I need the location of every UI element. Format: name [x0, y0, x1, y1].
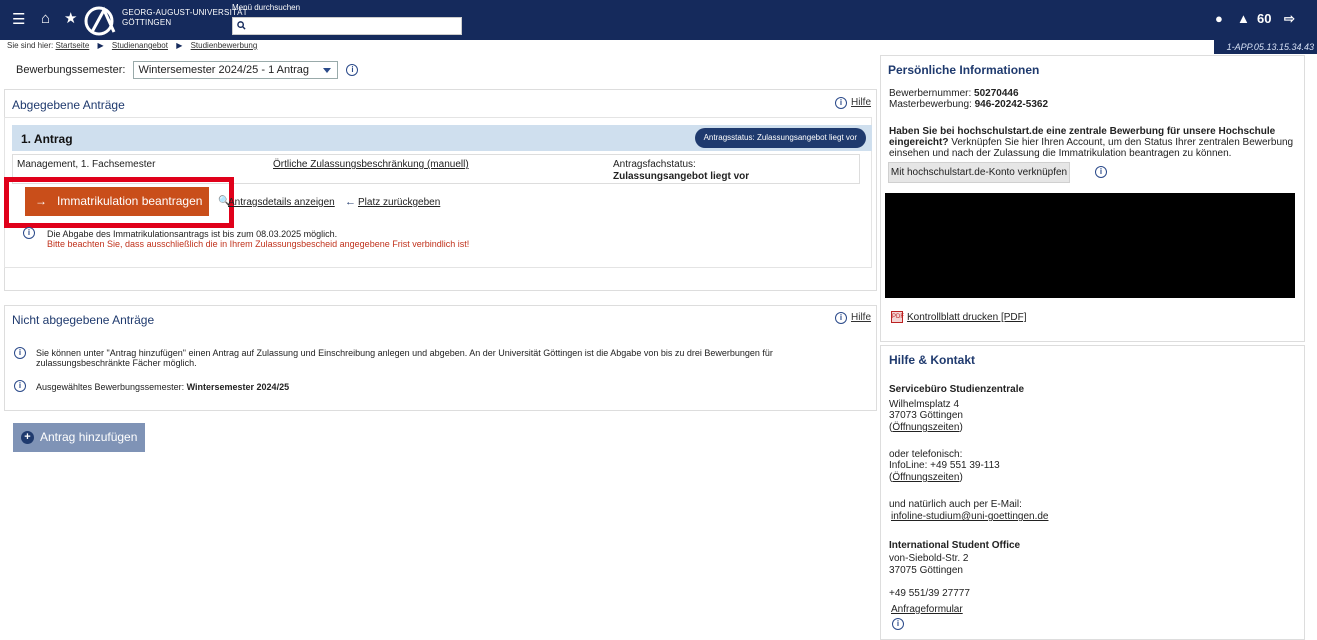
subject-status-label: Antragsfachstatus:: [613, 159, 696, 170]
pdf-icon: PDF: [891, 311, 904, 323]
info-text-line2: zulassungsbeschränkte Fächer möglich.: [36, 358, 197, 368]
international-phone: +49 551/39 27777: [889, 588, 970, 599]
submitted-applications-title: Abgegebene Anträge: [12, 98, 125, 112]
unsubmitted-applications-title: Nicht abgegebene Anträge: [12, 313, 155, 327]
star-icon[interactable]: ★: [64, 11, 77, 26]
info-icon: i: [23, 227, 35, 239]
search-label: Menü durchsuchen: [232, 3, 301, 12]
university-logo[interactable]: [84, 6, 118, 36]
deadline-note: Die Abgabe des Immatrikulationsantrags i…: [47, 229, 338, 239]
opening-hours-link[interactable]: Öffnungszeiten: [892, 422, 959, 433]
enrollment-request-label: Immatrikulation beantragen: [57, 194, 203, 208]
breadcrumb-prefix: Sie sind hier:: [7, 41, 54, 50]
search-icon: [237, 21, 246, 30]
subject-status-value: Zulassungsangebot liegt vor: [613, 171, 750, 182]
service-office: Servicebüro Studienzentrale: [889, 384, 1025, 395]
breadcrumb-studienbewerbung[interactable]: Studienbewerbung: [191, 41, 258, 50]
email-link[interactable]: infoline-studium@uni-goettingen.de: [891, 511, 1048, 522]
semester-label: Bewerbungssemester:: [16, 64, 126, 76]
arrow-right-icon: →: [35, 194, 47, 208]
help-link[interactable]: i Hilfe: [835, 97, 871, 109]
phone-hours-link[interactable]: Öffnungszeiten: [892, 472, 959, 483]
home-icon[interactable]: ⌂: [41, 11, 50, 26]
university-name: GEORG-AUGUST-UNIVERSITÄT GÖTTINGEN: [122, 8, 248, 28]
master-application-value: 946-20242-5362: [974, 99, 1049, 110]
breadcrumb-separator-icon: ▶: [176, 41, 183, 50]
international-street: von-Siebold-Str. 2: [889, 553, 969, 564]
top-bar: ☰ ⌂ ★ GEORG-AUGUST-UNIVERSITÄT GÖTTINGEN…: [0, 0, 1317, 40]
email-intro: und natürlich auch per E-Mail:: [889, 499, 1022, 510]
version-tag: 1-APP.05.13.15.34.43: [1214, 40, 1317, 54]
status-badge: Antragsstatus: Zulassungsangebot liegt v…: [694, 128, 866, 148]
university-name-line1: GEORG-AUGUST-UNIVERSITÄT: [122, 8, 248, 17]
menu-icon[interactable]: ☰: [12, 12, 25, 27]
deadline-warning: Bitte beachten Sie, dass ausschließlich …: [47, 239, 470, 249]
arrow-left-icon: ←: [345, 196, 356, 208]
info-icon: i: [14, 347, 26, 359]
user-icon[interactable]: ●: [1215, 11, 1223, 26]
enrollment-request-button[interactable]: → Immatrikulation beantragen: [25, 187, 209, 216]
applicant-number: Bewerbernummer: 50270446: [889, 88, 1019, 99]
breadcrumb-startseite[interactable]: Startseite: [55, 41, 89, 50]
print-checklist-link[interactable]: Kontrollblatt drucken [PDF]: [907, 312, 1027, 323]
search-input[interactable]: [232, 17, 462, 35]
master-application: Masterbewerbung: 946-20242-5362: [889, 99, 1048, 110]
semester-row: Bewerbungssemester: Wintersemester 2024/…: [16, 61, 359, 79]
applicant-number-value: 50270446: [974, 88, 1019, 99]
selected-semester-info: Ausgewähltes Bewerbungssemester: Winters…: [36, 382, 289, 392]
international-office: International Student Office: [889, 540, 1021, 551]
service-city: 37073 Göttingen: [889, 410, 963, 421]
help-link-label: Hilfe: [851, 312, 872, 323]
info-icon: i: [14, 380, 26, 392]
inquiry-form-link[interactable]: Anfrageformular: [891, 604, 963, 615]
personal-info-title: Persönliche Informationen: [888, 63, 1040, 77]
help-link-label: Hilfe: [851, 97, 872, 108]
info-text: Sie können unter "Antrag hinzufügen" ein…: [36, 348, 773, 368]
help-link[interactable]: i Hilfe: [835, 312, 871, 324]
chevron-down-icon: [323, 68, 332, 73]
info-icon: i: [835, 312, 847, 324]
semester-select-value: Wintersemester 2024/25 - 1 Antrag: [138, 64, 310, 76]
redacted-area: [885, 193, 1295, 298]
program-name: Management, 1. Fachsemester: [17, 159, 156, 170]
hochschulstart-explanation: Verknüpfen Sie hier Ihren Account, um de…: [889, 137, 1294, 159]
applicant-number-label: Bewerbernummer:: [889, 88, 972, 99]
hochschulstart-info: Haben Sie bei hochschulstart.de eine zen…: [889, 126, 1299, 159]
application-header: 1. Antrag Antragsstatus: Zulassungsangeb…: [12, 125, 872, 151]
info-icon[interactable]: i: [892, 618, 904, 630]
university-name-line2: GÖTTINGEN: [122, 18, 172, 27]
logout-icon[interactable]: ⇨: [1284, 11, 1295, 27]
notification-count[interactable]: 60: [1257, 11, 1271, 26]
breadcrumb-studienangebot[interactable]: Studienangebot: [112, 41, 168, 50]
application-details-link[interactable]: Antragsdetails anzeigen: [228, 197, 335, 208]
master-application-label: Masterbewerbung:: [889, 99, 972, 110]
phone-number: InfoLine: +49 551 39-113: [889, 460, 1000, 471]
breadcrumb: Sie sind hier: Startseite ▶ Studienangeb…: [7, 41, 257, 50]
add-application-button[interactable]: + Antrag hinzufügen: [13, 423, 145, 452]
application-title: 1. Antrag: [21, 132, 73, 146]
breadcrumb-separator-icon: ▶: [97, 41, 104, 50]
admission-restriction-link[interactable]: Örtliche Zulassungsbeschränkung (manuell…: [273, 159, 469, 170]
phone-hours: (Öffnungszeiten): [889, 472, 963, 483]
info-icon: i: [835, 97, 847, 109]
return-place-link[interactable]: Platz zurückgeben: [358, 197, 440, 208]
help-contact-title: Hilfe & Kontakt: [889, 353, 976, 367]
opening-hours: (Öffnungszeiten): [889, 422, 963, 433]
bell-icon[interactable]: ▲: [1237, 11, 1250, 26]
international-city: 37075 Göttingen: [889, 565, 963, 576]
info-text-line1: Sie können unter "Antrag hinzufügen" ein…: [36, 348, 773, 358]
selected-semester-value: Wintersemester 2024/25: [186, 382, 290, 392]
semester-select[interactable]: Wintersemester 2024/25 - 1 Antrag: [133, 61, 339, 79]
phone-intro: oder telefonisch:: [889, 449, 963, 460]
add-application-label: Antrag hinzufügen: [40, 430, 138, 444]
info-icon[interactable]: i: [1095, 166, 1107, 178]
selected-semester-label: Ausgewähltes Bewerbungssemester:: [36, 382, 185, 392]
info-icon[interactable]: i: [346, 64, 359, 76]
link-hochschulstart-button[interactable]: Mit hochschulstart.de-Konto verknüpfen: [888, 162, 1070, 183]
service-street: Wilhelmsplatz 4: [889, 399, 960, 410]
plus-icon: +: [21, 431, 34, 444]
